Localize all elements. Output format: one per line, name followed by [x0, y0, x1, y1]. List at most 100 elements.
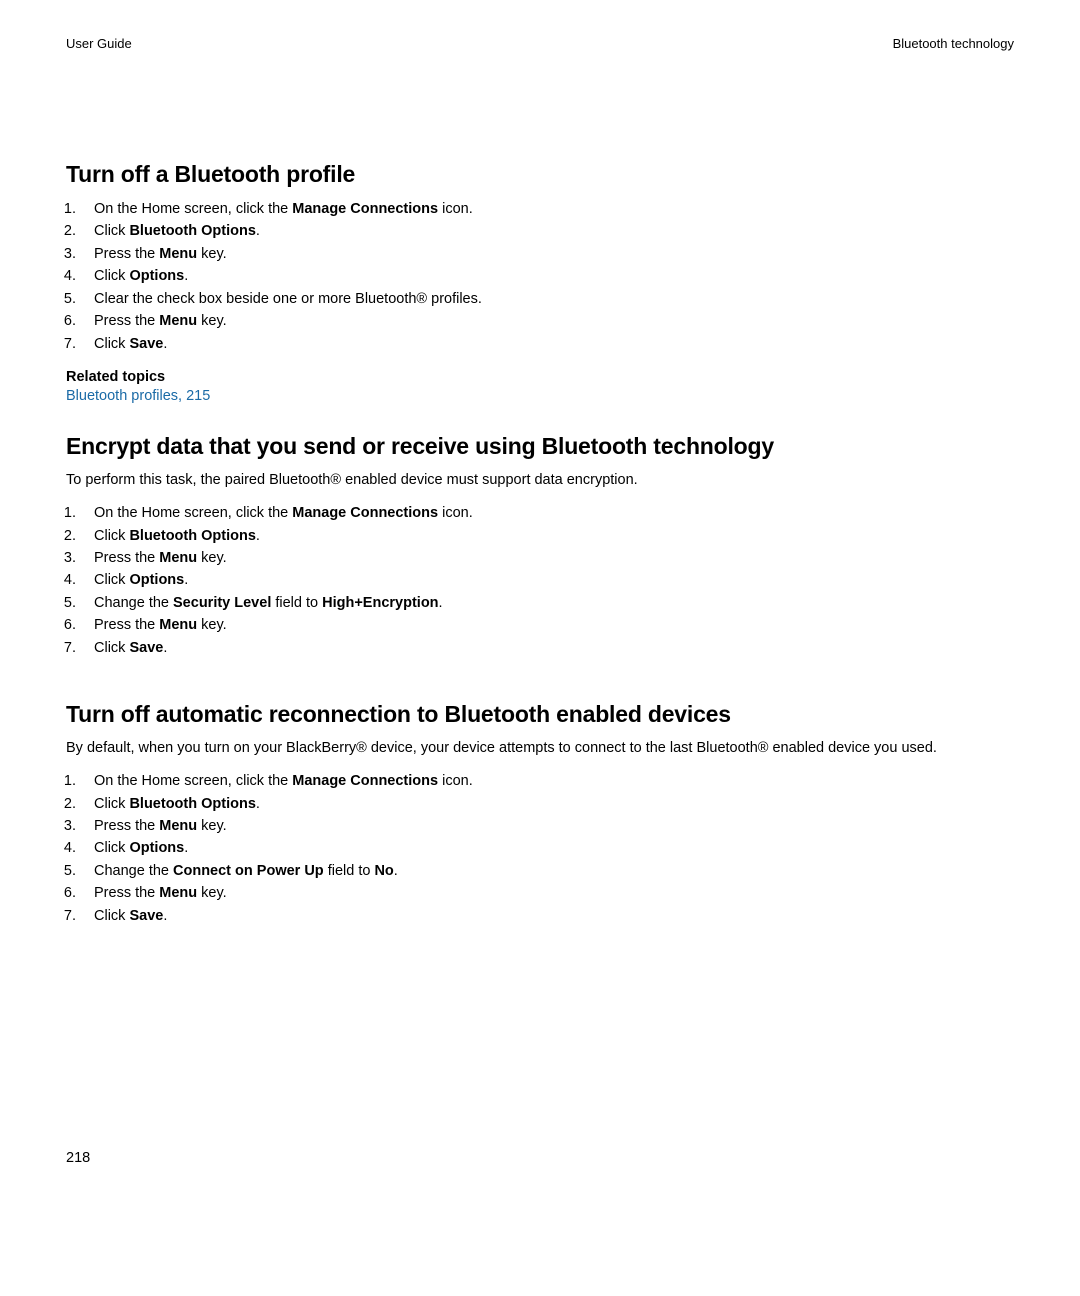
step-bold: Bluetooth Options	[129, 223, 255, 239]
steps-list-3: On the Home screen, click the Manage Con…	[66, 770, 1014, 927]
step-text: Click	[94, 268, 129, 284]
header-left: User Guide	[66, 36, 132, 51]
step-bold: Manage Connections	[292, 201, 438, 217]
step-text: key.	[197, 885, 227, 901]
header-right: Bluetooth technology	[893, 36, 1014, 51]
step-bold: Bluetooth Options	[129, 528, 255, 544]
step-item: Click Options.	[80, 265, 1014, 287]
step-bold: Options	[129, 840, 184, 856]
step-text: field to	[324, 863, 375, 879]
step-item: On the Home screen, click the Manage Con…	[80, 770, 1014, 792]
step-item: Change the Security Level field to High+…	[80, 592, 1014, 614]
section-heading-3: Turn off automatic reconnection to Bluet…	[66, 701, 1014, 728]
step-bold: High+Encryption	[322, 595, 438, 611]
step-bold: Security Level	[173, 595, 271, 611]
step-text: Press the	[94, 818, 159, 834]
section-heading-1: Turn off a Bluetooth profile	[66, 161, 1014, 188]
step-text: .	[163, 908, 167, 924]
step-text: Press the	[94, 617, 159, 633]
step-bold: Menu	[159, 617, 197, 633]
step-text: icon.	[438, 505, 473, 521]
related-topics-label: Related topics	[66, 369, 1014, 385]
step-item: Press the Menu key.	[80, 815, 1014, 837]
step-text: .	[184, 268, 188, 284]
step-text: Click	[94, 336, 129, 352]
page-number: 218	[66, 1150, 90, 1166]
section2-intro: To perform this task, the paired Bluetoo…	[66, 470, 1014, 492]
step-item: Click Save.	[80, 333, 1014, 355]
step-text: Change the	[94, 863, 173, 879]
step-item: Press the Menu key.	[80, 882, 1014, 904]
step-text: icon.	[438, 773, 473, 789]
step-item: Click Bluetooth Options.	[80, 220, 1014, 242]
step-bold: Options	[129, 572, 184, 588]
document-page: User Guide Bluetooth technology Turn off…	[0, 0, 1080, 1296]
steps-list-1: On the Home screen, click the Manage Con…	[66, 198, 1014, 355]
step-item: On the Home screen, click the Manage Con…	[80, 198, 1014, 220]
step-item: Click Save.	[80, 905, 1014, 927]
step-text: key.	[197, 246, 227, 262]
step-item: Click Options.	[80, 569, 1014, 591]
step-text: .	[163, 640, 167, 656]
step-bold: Save	[129, 640, 163, 656]
related-topics-link[interactable]: Bluetooth profiles, 215	[66, 388, 210, 404]
step-text: On the Home screen, click the	[94, 505, 292, 521]
step-bold: Manage Connections	[292, 773, 438, 789]
step-text: .	[256, 528, 260, 544]
step-text: .	[256, 223, 260, 239]
step-text: .	[439, 595, 443, 611]
step-text: Click	[94, 840, 129, 856]
step-text: Change the	[94, 595, 173, 611]
step-bold: Save	[129, 908, 163, 924]
step-bold: Bluetooth Options	[129, 796, 255, 812]
step-item: Press the Menu key.	[80, 614, 1014, 636]
step-bold: Menu	[159, 246, 197, 262]
section3-intro: By default, when you turn on your BlackB…	[66, 738, 1014, 760]
step-item: Click Bluetooth Options.	[80, 525, 1014, 547]
step-bold: Menu	[159, 818, 197, 834]
step-item: Click Options.	[80, 837, 1014, 859]
step-text: Press the	[94, 550, 159, 566]
step-text: On the Home screen, click the	[94, 201, 292, 217]
step-bold: Connect on Power Up	[173, 863, 324, 879]
step-bold: Manage Connections	[292, 505, 438, 521]
step-text: key.	[197, 818, 227, 834]
step-text: .	[256, 796, 260, 812]
step-text: Clear the check box beside one or more B…	[94, 291, 482, 307]
step-text: key.	[197, 313, 227, 329]
step-item: On the Home screen, click the Manage Con…	[80, 502, 1014, 524]
step-text: Press the	[94, 885, 159, 901]
step-text: Click	[94, 908, 129, 924]
step-text: field to	[271, 595, 322, 611]
steps-list-2: On the Home screen, click the Manage Con…	[66, 502, 1014, 659]
step-bold: Menu	[159, 550, 197, 566]
step-item: Click Bluetooth Options.	[80, 793, 1014, 815]
step-text: Click	[94, 640, 129, 656]
step-item: Change the Connect on Power Up field to …	[80, 860, 1014, 882]
section-heading-2: Encrypt data that you send or receive us…	[66, 433, 1014, 460]
step-text: key.	[197, 550, 227, 566]
step-bold: Save	[129, 336, 163, 352]
step-item: Click Save.	[80, 637, 1014, 659]
step-text: Click	[94, 572, 129, 588]
step-bold: Menu	[159, 885, 197, 901]
step-item: Press the Menu key.	[80, 310, 1014, 332]
step-text: Press the	[94, 246, 159, 262]
step-text: key.	[197, 617, 227, 633]
step-text: .	[184, 572, 188, 588]
step-text: Click	[94, 796, 129, 812]
step-text: Click	[94, 223, 129, 239]
step-bold: No	[374, 863, 393, 879]
step-text: .	[394, 863, 398, 879]
step-item: Press the Menu key.	[80, 243, 1014, 265]
step-bold: Menu	[159, 313, 197, 329]
step-text: .	[163, 336, 167, 352]
step-text: icon.	[438, 201, 473, 217]
step-bold: Options	[129, 268, 184, 284]
step-text: Press the	[94, 313, 159, 329]
step-text: Click	[94, 528, 129, 544]
step-text: On the Home screen, click the	[94, 773, 292, 789]
page-header: User Guide Bluetooth technology	[66, 36, 1014, 51]
step-text: .	[184, 840, 188, 856]
step-item: Press the Menu key.	[80, 547, 1014, 569]
